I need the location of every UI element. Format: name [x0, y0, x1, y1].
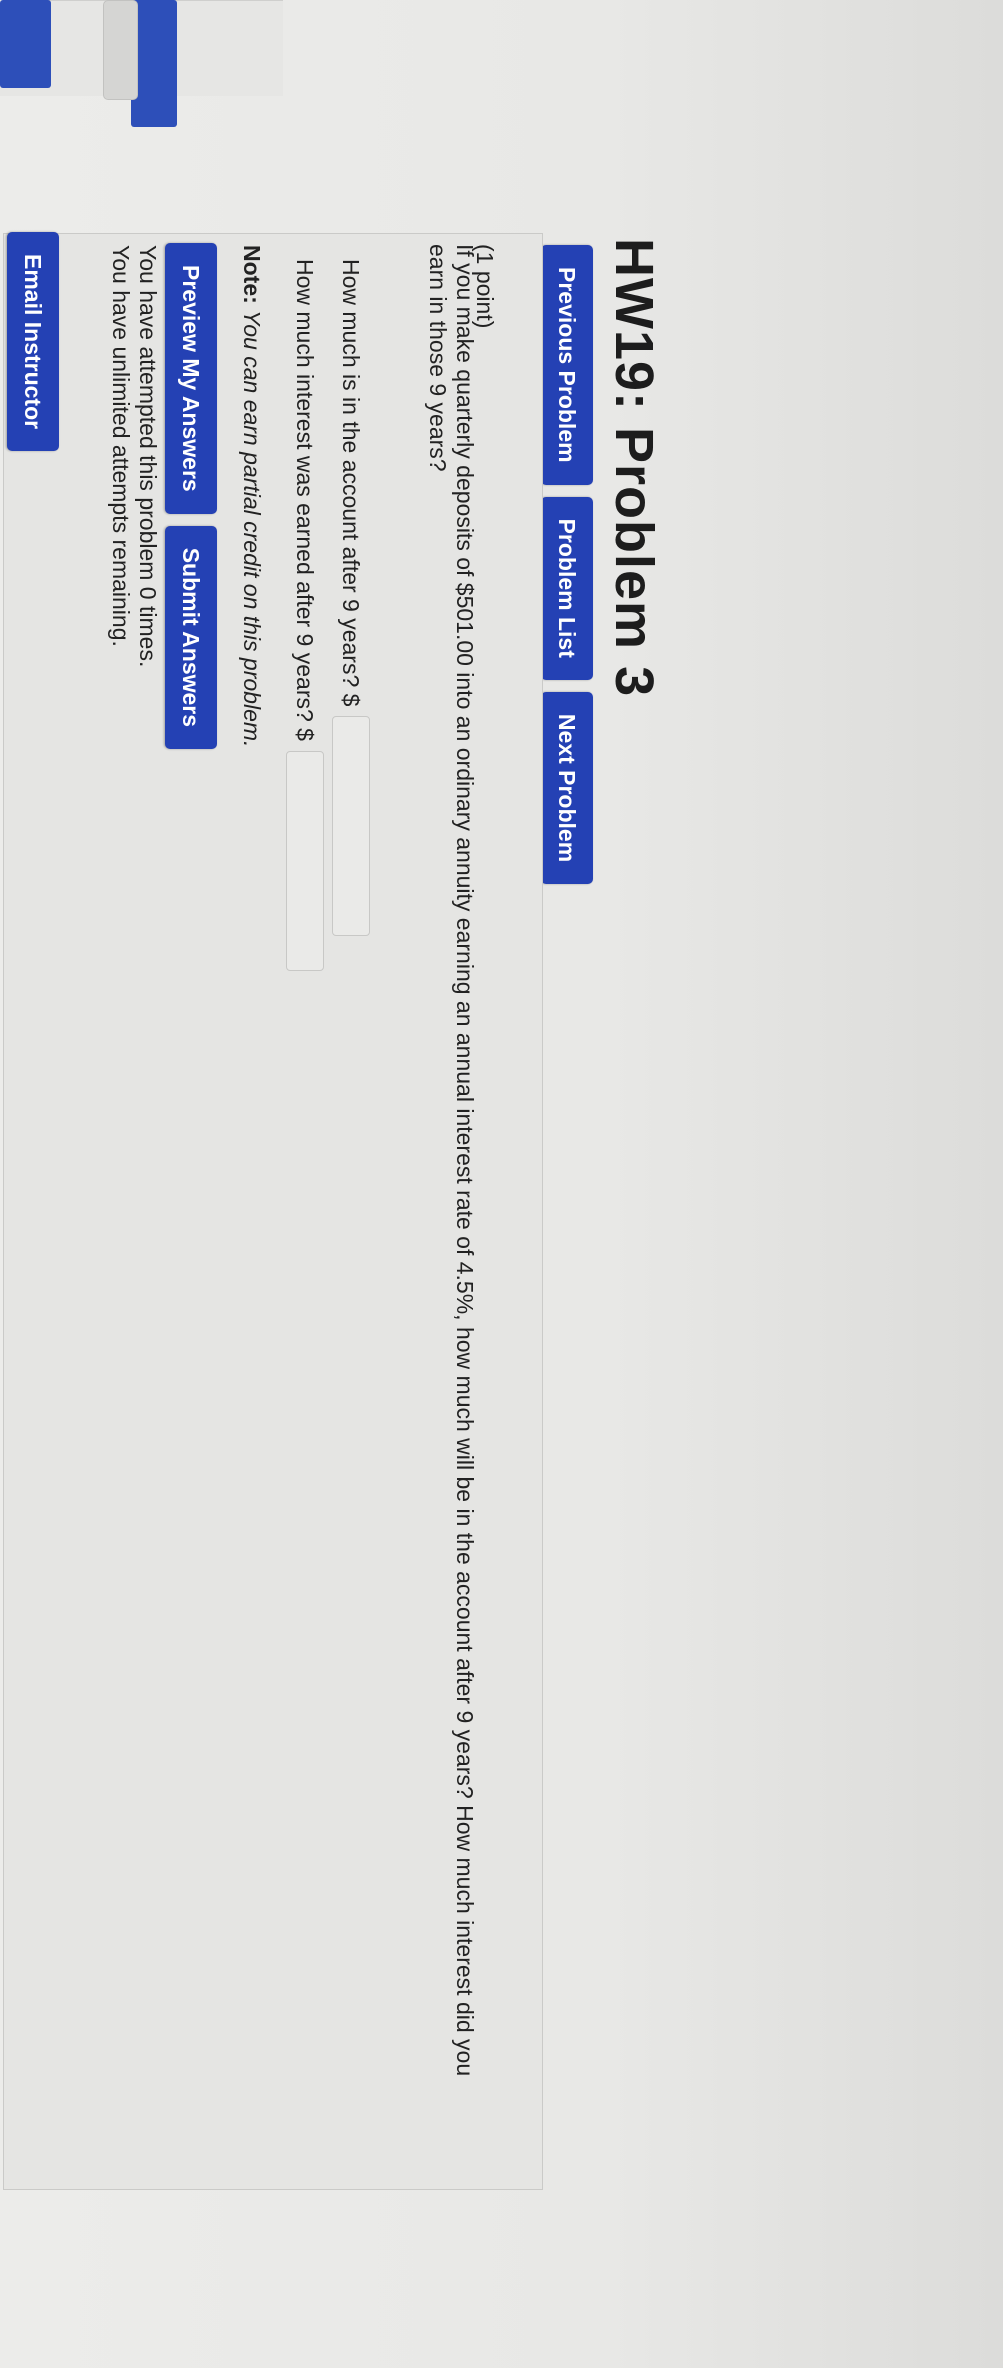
next-problem-button[interactable]: Next Problem [541, 691, 593, 885]
email-area: Email Instructor [7, 232, 59, 452]
sidebar-button-secondary[interactable] [0, 0, 51, 88]
question-1: How much is in the account after 9 years… [332, 259, 370, 937]
top-strip [943, 0, 1003, 2368]
previous-problem-button[interactable]: Previous Problem [541, 245, 593, 485]
sidebar-input[interactable] [103, 0, 138, 100]
attempts-remaining: You have unlimited attempts remaining. [108, 245, 134, 647]
question-2-label: How much interest was earned after 9 yea… [292, 259, 319, 741]
question-1-label: How much is in the account after 9 years… [338, 259, 365, 707]
problem-list-button[interactable]: Problem List [541, 496, 593, 680]
problem-box: (1 point) If you make quarterly deposits… [3, 233, 543, 2190]
problem-text: If you make quarterly deposits of $501.0… [425, 244, 478, 2077]
note-label: Note: [239, 245, 265, 304]
answer-1-input[interactable] [332, 716, 370, 937]
submit-answers-button[interactable]: Submit Answers [165, 525, 217, 750]
answer-2-input[interactable] [286, 750, 324, 971]
email-instructor-button[interactable]: Email Instructor [7, 232, 59, 452]
attempts-info: You have attempted this problem 0 times.… [107, 245, 161, 667]
page-title: HW19: Problem 3 [604, 238, 664, 698]
question-2: How much interest was earned after 9 yea… [286, 259, 324, 971]
answer-actions: Preview My Answers Submit Answers [165, 243, 217, 750]
partial-credit-note: Note: You can earn partial credit on thi… [238, 245, 265, 747]
preview-answers-button[interactable]: Preview My Answers [165, 243, 217, 514]
problem-navigation: Previous Problem Problem List Next Probl… [541, 245, 593, 885]
rotated-viewport: ☝ HW19: Problem 3 Previous Problem Probl… [0, 0, 1003, 2368]
note-text: You can earn partial credit on this prob… [239, 310, 265, 748]
attempts-count: You have attempted this problem 0 times. [135, 245, 161, 668]
